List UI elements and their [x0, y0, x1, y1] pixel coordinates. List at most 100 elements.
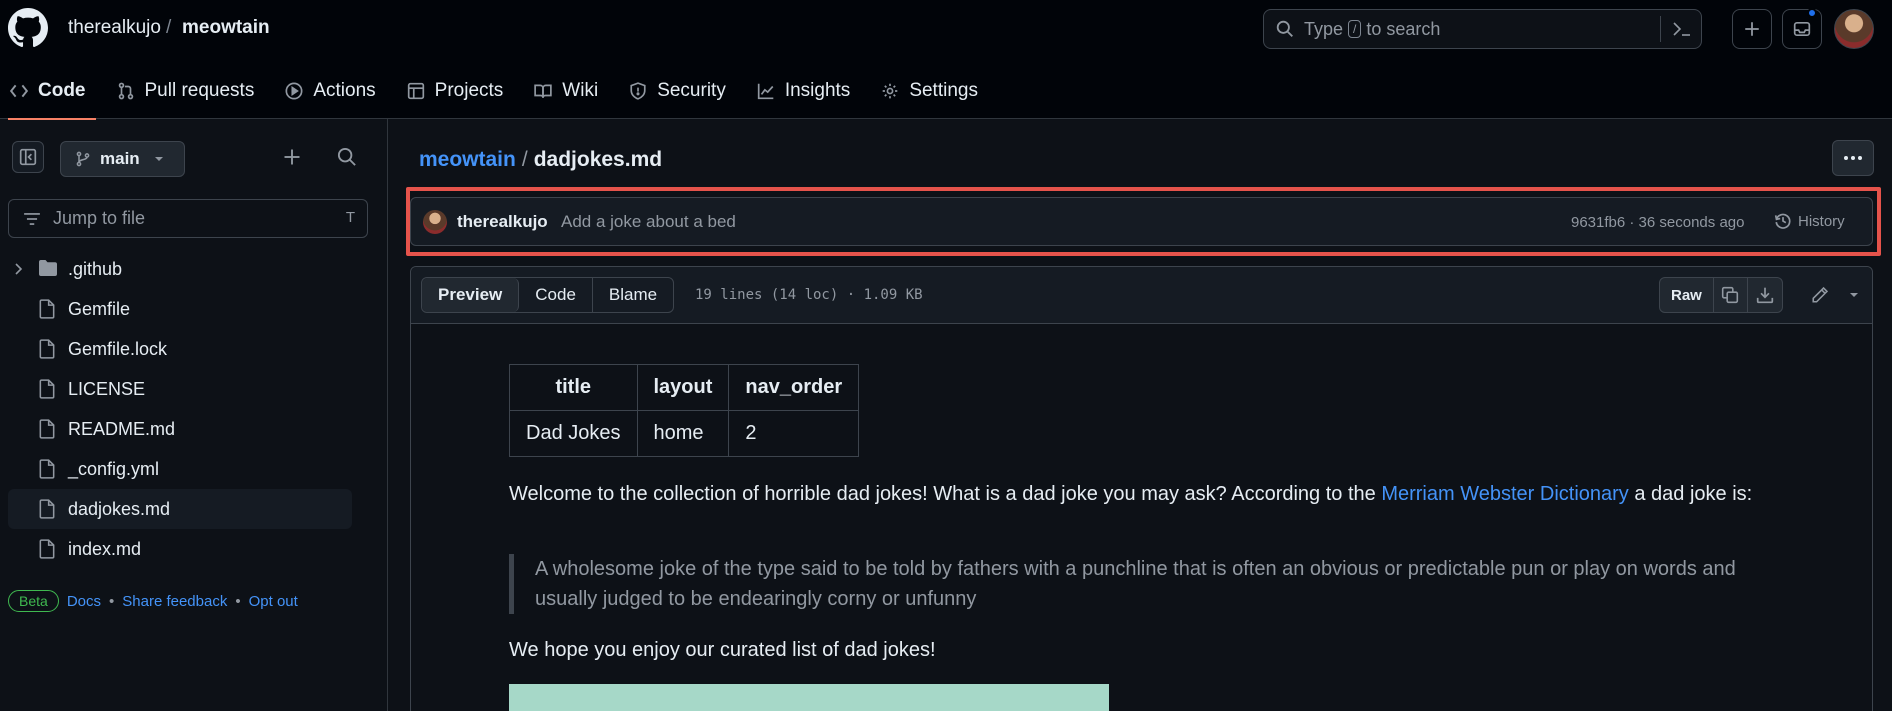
tab-label: Insights	[784, 79, 851, 101]
tab-label: Pull requests	[144, 79, 255, 101]
tab-label: Code	[38, 79, 86, 101]
file-icon	[39, 379, 55, 399]
tab-projects[interactable]: Projects	[397, 62, 514, 119]
jump-shortcut-key: T	[345, 209, 355, 226]
jump-to-file-input[interactable]: Jump to file T	[8, 199, 368, 238]
branch-selector[interactable]: main	[60, 141, 185, 177]
merriam-webster-link[interactable]: Merriam Webster Dictionary	[1381, 483, 1628, 505]
tab-settings[interactable]: Settings	[871, 62, 988, 119]
tab-pull-requests[interactable]: Pull requests	[107, 62, 265, 119]
plus-icon	[1745, 22, 1759, 36]
file-icon	[39, 459, 55, 479]
file-icon	[39, 539, 55, 559]
github-logo-icon[interactable]	[8, 8, 48, 48]
tab-security[interactable]: Security	[619, 62, 736, 119]
tree-item-dadjokes[interactable]: dadjokes.md	[8, 489, 352, 529]
tree-item-index[interactable]: index.md	[8, 529, 352, 569]
search-divider	[1660, 16, 1661, 42]
edit-file-button[interactable]	[1803, 277, 1837, 313]
tab-wiki[interactable]: Wiki	[524, 62, 608, 119]
embedded-image	[509, 684, 1109, 711]
search-icon	[1276, 20, 1294, 38]
tab-label: Projects	[434, 79, 504, 101]
table-header: layout	[636, 364, 730, 411]
tab-actions[interactable]: Actions	[275, 62, 385, 119]
docs-link[interactable]: Docs	[67, 593, 101, 610]
search-icon	[337, 147, 356, 166]
table-row: Dad Jokes home 2	[509, 410, 860, 457]
file-icon	[39, 499, 55, 519]
beta-footer: Beta Docs • Share feedback • Opt out	[8, 590, 298, 612]
jump-placeholder: Jump to file	[53, 208, 146, 228]
pull-request-icon	[118, 82, 133, 99]
search-shortcut-key: /	[1348, 20, 1362, 38]
owner-link[interactable]: therealkujo	[68, 17, 161, 39]
gear-icon	[883, 83, 898, 98]
download-icon	[1756, 287, 1773, 304]
download-button[interactable]	[1748, 277, 1782, 313]
file-name: README.md	[68, 419, 176, 439]
table-header: title	[509, 364, 638, 411]
dot-separator: •	[109, 592, 115, 610]
search-input[interactable]: Type / to search	[1263, 9, 1702, 49]
repo-root-link[interactable]: meowtain	[419, 148, 516, 171]
command-palette-icon[interactable]	[1672, 20, 1692, 38]
chevron-right-icon	[15, 263, 23, 275]
kebab-horizontal-icon	[1844, 156, 1862, 160]
code-view-tab[interactable]: Code	[519, 278, 593, 312]
tree-item-gemfile-lock[interactable]: Gemfile.lock	[8, 329, 352, 369]
frontmatter-table: title layout nav_order Dad Jokes home 2	[509, 364, 860, 457]
file-name: Gemfile	[68, 299, 131, 319]
create-new-button[interactable]	[1732, 9, 1772, 49]
opt-out-link[interactable]: Opt out	[249, 593, 298, 610]
edit-actions	[1803, 277, 1871, 313]
file-name: .github	[68, 259, 123, 279]
copy-raw-button[interactable]	[1714, 277, 1748, 313]
tree-item-gemfile[interactable]: Gemfile	[8, 289, 352, 329]
branch-name: main	[100, 149, 140, 168]
blame-tab[interactable]: Blame	[593, 278, 673, 312]
edit-options-button[interactable]	[1837, 277, 1871, 313]
tab-insights[interactable]: Insights	[747, 62, 860, 119]
preview-tab[interactable]: Preview	[422, 278, 520, 312]
share-feedback-link[interactable]: Share feedback	[122, 593, 227, 610]
repo-link[interactable]: meowtain	[182, 17, 270, 39]
inbox-button[interactable]	[1782, 8, 1822, 49]
search-placeholder-prefix: Type	[1304, 18, 1344, 39]
markdown-body: title layout nav_order Dad Jokes home 2 …	[509, 364, 1799, 711]
play-icon	[285, 82, 303, 99]
pencil-icon	[1812, 286, 1829, 303]
tree-item-license[interactable]: LICENSE	[8, 369, 352, 409]
table-header: nav_order	[728, 364, 860, 411]
search-files-button[interactable]	[337, 147, 357, 167]
collapse-sidebar-button[interactable]	[12, 141, 44, 173]
file-breadcrumb: meowtain / dadjokes.md	[419, 148, 662, 172]
folder-icon	[39, 260, 57, 276]
intro-paragraph: Welcome to the collection of horrible da…	[509, 479, 1799, 509]
highlight-box	[406, 187, 1881, 256]
caret-down-icon	[1850, 293, 1858, 297]
tree-item-github-folder[interactable]: .github	[8, 249, 352, 289]
table-cell: home	[636, 410, 730, 457]
file-name: dadjokes.md	[68, 499, 171, 519]
tree-item-readme[interactable]: README.md	[8, 409, 352, 449]
tree-item-config[interactable]: _config.yml	[8, 449, 352, 489]
file-icon	[39, 339, 55, 359]
tab-label: Settings	[909, 79, 978, 101]
graph-icon	[757, 83, 774, 99]
raw-button[interactable]: Raw	[1660, 277, 1714, 313]
beta-badge: Beta	[8, 590, 59, 612]
intro-text: Welcome to the collection of horrible da…	[509, 483, 1376, 505]
table-cell: 2	[728, 410, 860, 457]
more-options-button[interactable]	[1832, 140, 1874, 176]
caret-down-icon	[154, 157, 163, 161]
table-icon	[407, 82, 424, 99]
tab-code[interactable]: Code	[0, 62, 96, 120]
filter-icon	[24, 212, 40, 225]
definition-quote: A wholesome joke of the type said to be …	[509, 554, 1799, 614]
branch-icon	[76, 151, 90, 167]
dot-separator: •	[235, 592, 241, 610]
add-file-button[interactable]	[282, 147, 302, 167]
user-avatar[interactable]	[1834, 9, 1874, 49]
file-info: 19 lines (14 loc) · 1.09 KB	[695, 287, 923, 303]
